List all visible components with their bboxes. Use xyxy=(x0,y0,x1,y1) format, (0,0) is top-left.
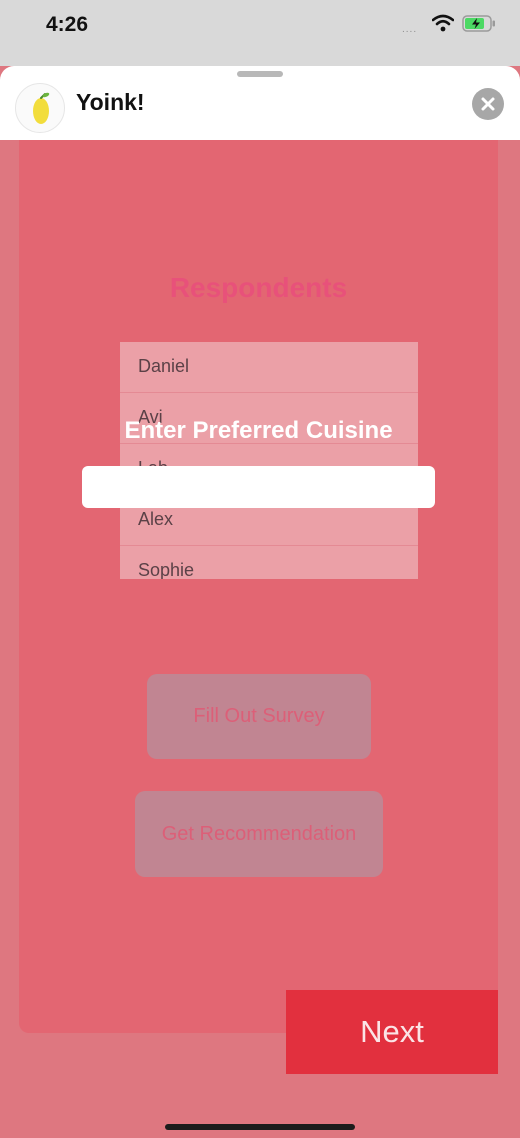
app-icon xyxy=(15,83,65,133)
content-card: Respondents Daniel Avi Lab Alex Sophie E… xyxy=(19,140,498,1033)
signal-icon: .... xyxy=(402,24,418,35)
next-button[interactable]: Next xyxy=(286,990,498,1074)
get-recommendation-button[interactable]: Get Recommendation xyxy=(135,791,383,877)
status-time: 4:26 xyxy=(46,13,89,36)
close-icon xyxy=(481,97,495,111)
status-bar: 4:26 .... xyxy=(0,0,520,66)
list-item[interactable]: Sophie xyxy=(120,546,418,579)
cuisine-prompt: Enter Preferred Cuisine xyxy=(124,417,393,444)
battery-charging-icon xyxy=(462,15,495,32)
fill-out-survey-button[interactable]: Fill Out Survey xyxy=(147,674,371,759)
wifi-icon xyxy=(432,14,454,32)
lemon-icon xyxy=(33,92,50,124)
list-item[interactable]: Daniel xyxy=(120,342,418,393)
close-button[interactable] xyxy=(472,88,504,120)
home-indicator xyxy=(165,1124,355,1130)
cuisine-input[interactable] xyxy=(82,466,435,508)
share-sheet-header: Yoink! xyxy=(0,66,520,140)
app-name: Yoink! xyxy=(76,89,145,115)
respondent-list[interactable]: Daniel Avi Lab Alex Sophie xyxy=(120,342,418,579)
respondents-title: Respondents xyxy=(169,272,348,303)
sheet-grabber[interactable] xyxy=(237,71,283,77)
